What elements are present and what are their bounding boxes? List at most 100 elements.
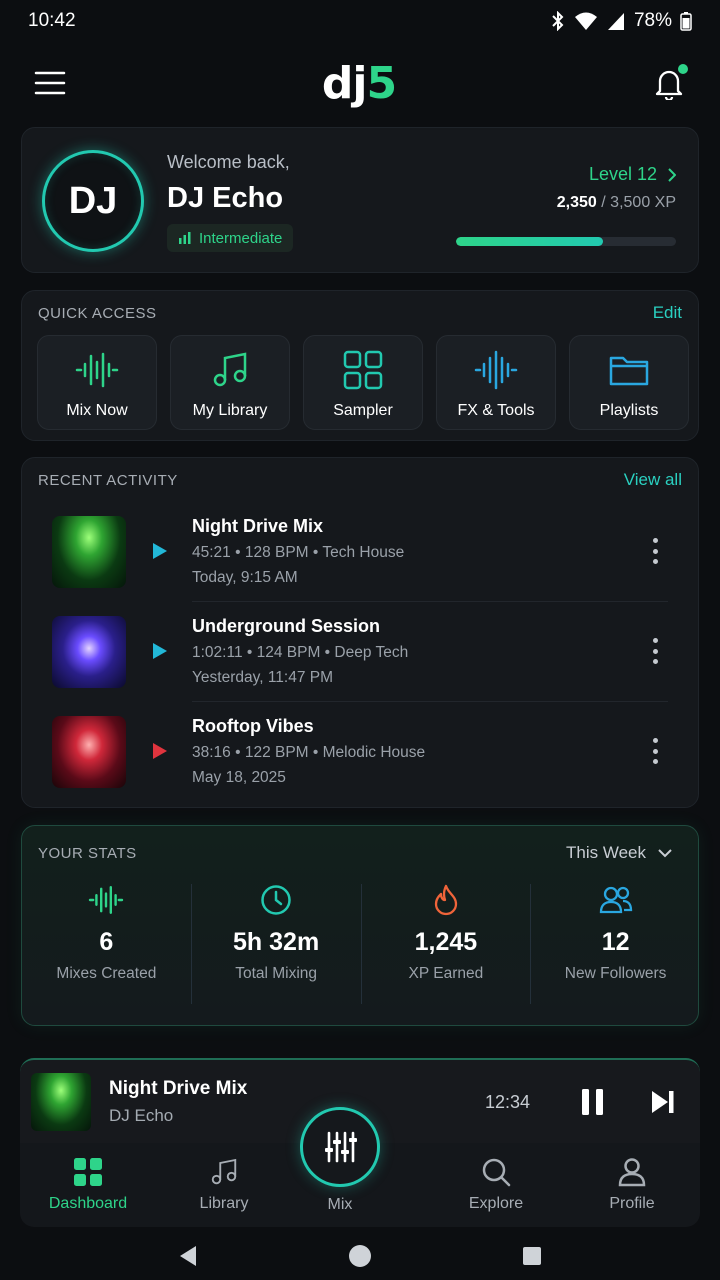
dashboard-icon <box>74 1158 102 1186</box>
mix-date: May 18, 2025 <box>192 769 286 786</box>
mix-thumbnail <box>52 616 126 688</box>
stats-card: YOUR STATS This Week 6 Mixes Created 5h … <box>21 825 699 1026</box>
quick-my-library[interactable]: My Library <box>170 335 290 430</box>
logo-text: dj <box>321 57 368 109</box>
waveform-icon <box>89 886 124 914</box>
notification-dot <box>677 64 688 74</box>
menu-icon[interactable] <box>34 70 66 96</box>
mix-meta: 1:02:11 • 124 BPM • Deep Tech <box>192 644 409 661</box>
stats-grid: 6 Mixes Created 5h 32m Total Mixing 1,24… <box>22 884 700 1004</box>
skip-next-icon[interactable] <box>650 1089 676 1115</box>
quick-playlists[interactable]: Playlists <box>569 335 689 430</box>
recent-activity-card: RECENT ACTIVITY View all Night Drive Mix… <box>21 457 699 808</box>
mix-title: Night Drive Mix <box>192 516 324 536</box>
quick-label: Playlists <box>599 402 659 419</box>
quick-label: Mix Now <box>66 402 128 419</box>
quick-label: My Library <box>192 402 268 419</box>
play-icon[interactable] <box>152 742 168 760</box>
recent-activity-title: RECENT ACTIVITY <box>38 472 178 489</box>
mix-title: Underground Session <box>192 616 381 636</box>
quick-fx-tools[interactable]: FX & Tools <box>436 335 556 430</box>
clock-icon <box>261 885 291 915</box>
xp-text: 2,350 / 3,500 XP <box>557 194 676 212</box>
chevron-down-icon <box>658 848 672 857</box>
mix-meta: 45:21 • 128 BPM • Tech House <box>192 544 405 561</box>
nav-dashboard[interactable]: Dashboard <box>20 1143 156 1227</box>
waveform-icon <box>75 352 119 388</box>
chevron-right-icon <box>668 167 676 182</box>
list-item[interactable]: Underground Session 1:02:11 • 124 BPM • … <box>52 602 668 702</box>
status-time: 10:42 <box>28 10 76 31</box>
stat-xp-earned: 1,245 XP Earned <box>362 884 532 1004</box>
stat-value: 1,245 <box>414 928 478 956</box>
recents-icon[interactable] <box>522 1246 542 1266</box>
player-time: 12:34 <box>485 1092 531 1112</box>
avatar[interactable]: DJ <box>42 150 144 252</box>
welcome-text: Welcome back, <box>167 152 290 172</box>
player-title: Night Drive Mix <box>109 1078 248 1099</box>
battery-icon <box>680 12 692 31</box>
nav-label: Dashboard <box>48 1195 128 1212</box>
nav-label: Library <box>199 1195 249 1212</box>
stat-label: New Followers <box>564 965 667 982</box>
folder-icon <box>609 356 649 386</box>
mix-date: Yesterday, 11:47 PM <box>192 669 334 686</box>
more-icon[interactable] <box>652 638 658 664</box>
wifi-icon <box>574 12 597 30</box>
app-logo: dj5 <box>321 57 397 109</box>
player-thumbnail <box>31 1073 91 1131</box>
system-nav <box>0 1232 720 1280</box>
quick-mix-now[interactable]: Mix Now <box>37 335 157 430</box>
music-note-icon <box>213 352 247 387</box>
search-icon <box>482 1158 511 1187</box>
mixer-sliders-icon <box>325 1131 357 1163</box>
home-icon[interactable] <box>348 1244 372 1268</box>
stat-value: 6 <box>99 928 114 956</box>
profile-card[interactable]: DJ Welcome back, DJ Echo Intermediate Le… <box>21 127 699 273</box>
notifications-button[interactable] <box>652 64 688 102</box>
period-dropdown[interactable]: This Week <box>566 843 672 863</box>
view-all-link[interactable]: View all <box>624 470 682 490</box>
back-icon[interactable] <box>178 1245 198 1267</box>
level-label: Level 12 <box>588 164 657 184</box>
list-item[interactable]: Night Drive Mix 45:21 • 128 BPM • Tech H… <box>52 502 668 602</box>
skill-badge: Intermediate <box>167 224 294 252</box>
stat-value: 5h 32m <box>233 928 320 956</box>
pause-icon[interactable] <box>581 1088 605 1116</box>
nav-label: Profile <box>609 1195 655 1212</box>
bluetooth-icon <box>552 11 564 31</box>
stat-value: 12 <box>601 928 630 956</box>
play-icon[interactable] <box>152 642 168 660</box>
stat-mixes-created: 6 Mixes Created <box>22 884 192 1004</box>
nav-label: Explore <box>468 1195 524 1212</box>
stat-label: Total Mixing <box>235 965 318 982</box>
quick-access-card: QUICK ACCESS Edit Mix Now My Library Sam… <box>21 290 699 441</box>
nav-library[interactable]: Library <box>156 1143 292 1227</box>
xp-current: 2,350 <box>556 194 597 211</box>
quick-sampler[interactable]: Sampler <box>303 335 423 430</box>
period-label: This Week <box>566 843 646 862</box>
battery-percent: 78% <box>633 10 672 31</box>
nav-explore[interactable]: Explore <box>428 1143 564 1227</box>
edit-link[interactable]: Edit <box>653 303 682 323</box>
mix-date: Today, 9:15 AM <box>192 569 298 586</box>
level-link[interactable]: Level 12 <box>589 164 676 185</box>
play-icon[interactable] <box>152 542 168 560</box>
player-artist: DJ Echo <box>109 1106 174 1125</box>
quick-access-grid: Mix Now My Library Sampler FX & Tools Pl… <box>37 335 689 430</box>
signal-icon <box>607 13 624 30</box>
more-icon[interactable] <box>652 538 658 564</box>
list-item[interactable]: Rooftop Vibes 38:16 • 122 BPM • Melodic … <box>52 702 668 802</box>
stat-label: XP Earned <box>408 965 484 982</box>
stat-label: Mixes Created <box>56 965 157 982</box>
xp-progress-bar <box>456 237 676 246</box>
music-note-icon <box>211 1158 237 1185</box>
top-bar: dj5 <box>0 52 720 114</box>
mix-button[interactable] <box>300 1107 380 1187</box>
more-icon[interactable] <box>652 738 658 764</box>
xp-total: / 3,500 XP <box>601 194 676 211</box>
flame-icon <box>434 884 458 916</box>
nav-profile[interactable]: Profile <box>564 1143 700 1227</box>
users-icon <box>599 886 632 914</box>
stat-total-mixing: 5h 32m Total Mixing <box>192 884 362 1004</box>
